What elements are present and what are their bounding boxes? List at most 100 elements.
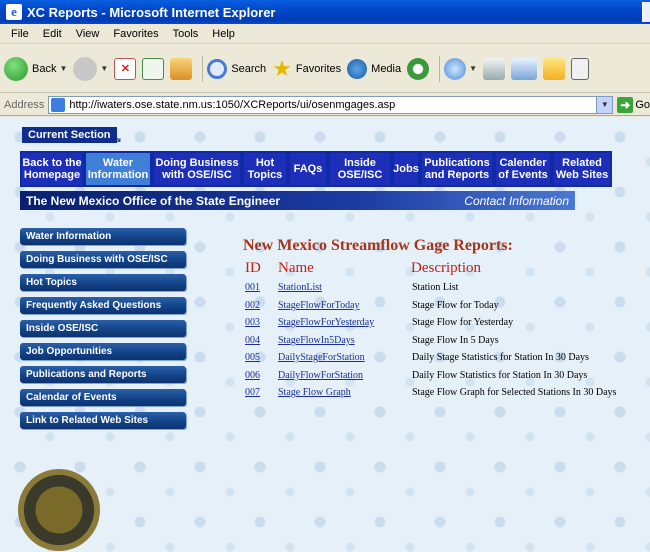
sidebar-item-calendar[interactable]: Calendar of Events [20, 389, 186, 406]
refresh-icon [142, 57, 165, 80]
edit-page-icon [511, 57, 538, 80]
chevron-down-icon: ▼ [469, 64, 478, 73]
contact-link[interactable]: Contact Information [464, 194, 569, 208]
print-button[interactable] [483, 57, 506, 80]
nav-faqs[interactable]: FAQs [290, 153, 326, 185]
nav-related-sites[interactable]: Related Web Sites [554, 153, 610, 185]
menu-bar: File Edit View Favorites Tools Help [0, 24, 650, 44]
nav-hot-topics[interactable]: Hot Topics [244, 153, 286, 185]
report-description: Daily Stage Statistics for Station In 30… [412, 352, 589, 363]
home-button[interactable] [170, 57, 193, 80]
media-button[interactable]: Media [347, 58, 401, 79]
menu-help[interactable]: Help [205, 28, 242, 40]
nav-doing-business[interactable]: Doing Business with OSE/ISC [154, 153, 240, 185]
nav-homepage[interactable]: Back to the Homepage [22, 153, 82, 185]
report-name-link[interactable]: Stage Flow Graph [278, 387, 351, 398]
sidebar-item-faq[interactable]: Frequently Asked Questions [20, 297, 186, 314]
edit-button[interactable] [511, 57, 538, 80]
menu-tools[interactable]: Tools [166, 28, 206, 40]
report-description: Station List [412, 282, 459, 293]
report-name-link[interactable]: DailyFlowForStation [278, 370, 363, 381]
toolbar: Back ▼ ▼ ✕ Search ★ Favorites Media ▼ [0, 45, 650, 93]
report-description: Daily Flow Statistics for Station In 30 … [412, 370, 588, 381]
report-id-link[interactable]: 002 [245, 300, 260, 311]
mail-icon [444, 57, 467, 80]
back-button[interactable]: Back ▼ [4, 56, 68, 81]
report-description: Stage Flow for Today [412, 300, 499, 311]
report-id-link[interactable]: 005 [245, 352, 260, 363]
go-button[interactable]: ➜ Go [617, 96, 650, 113]
sidebar-item-water-information[interactable]: Water Information [20, 228, 186, 245]
report-name-link[interactable]: StationList [278, 282, 322, 293]
report-description: Stage Flow for Yesterday [412, 317, 514, 328]
address-url[interactable]: http://iwaters.ose.state.nm.us:1050/XCRe… [69, 99, 395, 111]
report-id-link[interactable]: 006 [245, 370, 260, 381]
report-name-link[interactable]: StageFlowForYesterday [278, 317, 374, 328]
chevron-down-icon: ▼ [59, 64, 68, 73]
site-banner: The New Mexico Office of the State Engin… [20, 191, 575, 210]
current-section-label: Current Section [22, 127, 117, 143]
back-arrow-icon [4, 56, 28, 81]
nav-inside-ose[interactable]: Inside OSE/ISC [330, 153, 390, 185]
messenger-button[interactable] [543, 57, 566, 80]
sidebar-item-jobs[interactable]: Job Opportunities [20, 343, 186, 360]
history-icon [407, 57, 430, 80]
search-button[interactable]: Search [207, 58, 266, 79]
forward-button[interactable]: ▼ [73, 56, 109, 81]
research-button[interactable] [571, 57, 590, 80]
star-icon: ★ [272, 55, 292, 81]
menu-file[interactable]: File [4, 28, 36, 40]
column-header-description: Description [411, 260, 481, 276]
menu-favorites[interactable]: Favorites [106, 28, 165, 40]
address-label: Address [4, 98, 45, 111]
nav-water-information[interactable]: Water Information [86, 153, 150, 185]
nav-publications[interactable]: Publications and Reports [422, 153, 492, 185]
chevron-down-icon: ▼ [100, 64, 109, 73]
report-id-link[interactable]: 007 [245, 387, 260, 398]
state-seal-logo [18, 469, 100, 551]
stop-button[interactable]: ✕ [114, 57, 137, 80]
folder-icon [543, 57, 566, 80]
address-input[interactable]: http://iwaters.ose.state.nm.us:1050/XCRe… [48, 95, 614, 114]
report-name-link[interactable]: StageFlowIn5Days [278, 335, 355, 346]
title-bar: e XC Reports - Microsoft Internet Explor… [0, 0, 650, 24]
menu-edit[interactable]: Edit [36, 28, 69, 40]
sidebar-item-related-sites[interactable]: Link to Related Web Sites [20, 412, 186, 429]
mail-button[interactable]: ▼ [444, 57, 478, 80]
site-title: The New Mexico Office of the State Engin… [26, 193, 281, 208]
report-name-link[interactable]: StageFlowForToday [278, 300, 360, 311]
address-bar: Address http://iwaters.ose.state.nm.us:1… [0, 94, 650, 116]
menu-view[interactable]: View [69, 28, 107, 40]
chevron-down-icon[interactable]: ▼ [596, 96, 613, 113]
favorites-button[interactable]: ★ Favorites [272, 55, 341, 81]
pointer-arrow-icon: ↘ [112, 131, 123, 145]
ie-logo-icon: e [6, 4, 22, 20]
report-id-link[interactable]: 003 [245, 317, 260, 328]
web-page: Current Section ↘ Back to the Homepage W… [0, 117, 650, 552]
column-header-name: Name [278, 260, 314, 276]
search-icon [207, 58, 228, 79]
report-id-link[interactable]: 001 [245, 282, 260, 293]
nav-jobs[interactable]: Jobs [393, 153, 419, 185]
media-icon [347, 58, 368, 79]
go-arrow-icon: ➜ [617, 96, 634, 113]
refresh-button[interactable] [142, 57, 165, 80]
sidebar-item-doing-business[interactable]: Doing Business with OSE/ISC [20, 251, 186, 268]
sidebar-item-publications[interactable]: Publications and Reports [20, 366, 186, 383]
report-id-link[interactable]: 004 [245, 335, 260, 346]
calculator-icon [571, 57, 590, 80]
column-header-id: ID [245, 260, 261, 276]
toolbar-separator [439, 55, 441, 82]
history-button[interactable] [407, 57, 430, 80]
sidebar-item-inside-ose[interactable]: Inside OSE/ISC [20, 320, 186, 337]
home-icon [170, 57, 193, 80]
print-icon [483, 57, 506, 80]
page-icon [51, 97, 66, 112]
toolbar-separator [202, 55, 204, 82]
window-title: XC Reports - Microsoft Internet Explorer [27, 4, 276, 20]
sidebar-item-hot-topics[interactable]: Hot Topics [20, 274, 186, 291]
nav-calendar[interactable]: Calender of Events [496, 153, 550, 185]
window-control-button[interactable] [642, 2, 650, 22]
report-name-link[interactable]: DailyStageForStation [278, 352, 365, 363]
report-description: Stage Flow Graph for Selected Stations I… [412, 387, 617, 398]
